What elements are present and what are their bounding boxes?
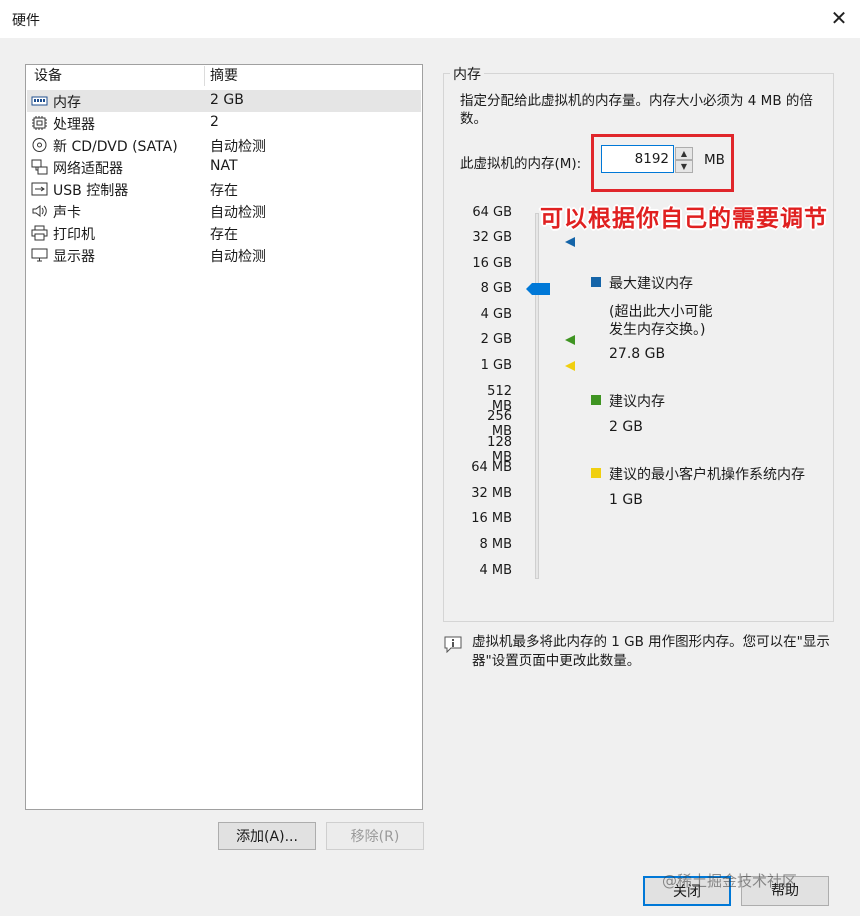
max-recommended-marker xyxy=(565,237,575,247)
remove-button[interactable]: 移除(R) xyxy=(326,822,424,850)
printer-icon xyxy=(31,225,48,241)
memory-icon xyxy=(31,93,48,109)
scale-label: 64 GB xyxy=(472,205,512,220)
scale-label: 64 MB xyxy=(471,460,512,475)
memory-description: 指定分配给此虚拟机的内存量。内存大小必须为 4 MB 的倍数。 xyxy=(460,93,813,127)
scale-label: 32 GB xyxy=(472,230,512,245)
max-recommended-swatch xyxy=(591,277,601,287)
title-bar xyxy=(0,0,860,38)
scale-label: 4 GB xyxy=(480,307,512,322)
annotation-text: 可以根据你自己的需要调节 xyxy=(540,206,828,232)
monitor-icon xyxy=(31,247,48,263)
minimum-marker xyxy=(565,361,575,371)
scale-label: 1 GB xyxy=(480,358,512,373)
device-row-network-adapter[interactable]: 网络适配器 NAT xyxy=(27,156,421,178)
highlight-box xyxy=(591,134,734,192)
cd-dvd-icon xyxy=(31,137,48,153)
device-row-processor[interactable]: 处理器 2 xyxy=(27,112,421,134)
device-row-printer[interactable]: 打印机 存在 xyxy=(27,222,421,244)
device-row-sound-card[interactable]: 声卡 自动检测 xyxy=(27,200,421,222)
device-name: 打印机 xyxy=(53,227,95,243)
scale-label: 2 GB xyxy=(480,332,512,347)
device-row-cd-dvd[interactable]: 新 CD/DVD (SATA) 自动检测 xyxy=(27,134,421,156)
memory-slider-thumb[interactable] xyxy=(525,282,551,296)
column-header-summary[interactable]: 摘要 xyxy=(210,66,238,86)
device-name: 声卡 xyxy=(53,205,81,221)
device-summary: 自动检测 xyxy=(210,139,266,155)
recommended-marker xyxy=(565,335,575,345)
speaker-icon xyxy=(31,203,48,219)
scale-label: 32 MB xyxy=(471,486,512,501)
scale-label: 16 MB xyxy=(471,511,512,526)
column-divider[interactable] xyxy=(204,66,205,86)
device-summary: 2 GB xyxy=(210,92,244,108)
network-adapter-icon xyxy=(31,159,48,175)
scale-label: 4 MB xyxy=(479,563,512,578)
usb-icon xyxy=(31,181,48,197)
device-summary: 2 xyxy=(210,114,219,130)
max-recommended-value: 27.8 GB xyxy=(609,346,666,362)
device-summary: 存在 xyxy=(210,227,238,243)
device-summary: 存在 xyxy=(210,183,238,199)
device-name: USB 控制器 xyxy=(53,183,129,199)
device-summary: NAT xyxy=(210,158,238,174)
column-header-device[interactable]: 设备 xyxy=(34,66,62,86)
memory-group-title: 内存 xyxy=(450,64,484,84)
add-button[interactable]: 添加(A)... xyxy=(218,822,316,850)
recommended-title: 建议内存 xyxy=(609,394,665,410)
watermark: @稀土掘金技术社区 xyxy=(662,872,798,890)
info-icon xyxy=(444,636,462,653)
device-row-usb-controller[interactable]: USB 控制器 存在 xyxy=(27,178,421,200)
scale-label: 8 MB xyxy=(479,537,512,552)
memory-field-label: 此虚拟机的内存(M): xyxy=(460,156,582,172)
minimum-title: 建议的最小客户机操作系统内存 xyxy=(609,467,805,483)
scale-label: 8 GB xyxy=(480,281,512,296)
max-recommended-note: (超出此大小可能 xyxy=(609,304,713,320)
device-summary: 自动检测 xyxy=(210,205,266,221)
scale-label: 16 GB xyxy=(472,256,512,271)
device-name: 处理器 xyxy=(53,117,95,133)
recommended-swatch xyxy=(591,395,601,405)
minimum-swatch xyxy=(591,468,601,478)
max-recommended-title: 最大建议内存 xyxy=(609,276,693,292)
max-recommended-note: 发生内存交换。) xyxy=(609,322,706,338)
close-icon[interactable]: ✕ xyxy=(826,5,852,31)
processor-icon xyxy=(31,115,48,131)
minimum-value: 1 GB xyxy=(609,492,643,508)
device-summary: 自动检测 xyxy=(210,249,266,265)
graphics-memory-info: 虚拟机最多将此内存的 1 GB 用作图形内存。您可以在"显示器"设置页面中更改此… xyxy=(472,634,830,669)
memory-slider-track[interactable] xyxy=(535,213,539,579)
device-row-memory[interactable]: 内存 2 GB xyxy=(27,90,421,112)
device-row-display[interactable]: 显示器 自动检测 xyxy=(27,244,421,266)
window-title: 硬件 xyxy=(12,13,40,29)
device-name: 显示器 xyxy=(53,249,95,265)
device-name: 内存 xyxy=(53,95,81,111)
recommended-value: 2 GB xyxy=(609,419,643,435)
device-name: 新 CD/DVD (SATA) xyxy=(53,139,178,155)
device-name: 网络适配器 xyxy=(53,161,123,177)
